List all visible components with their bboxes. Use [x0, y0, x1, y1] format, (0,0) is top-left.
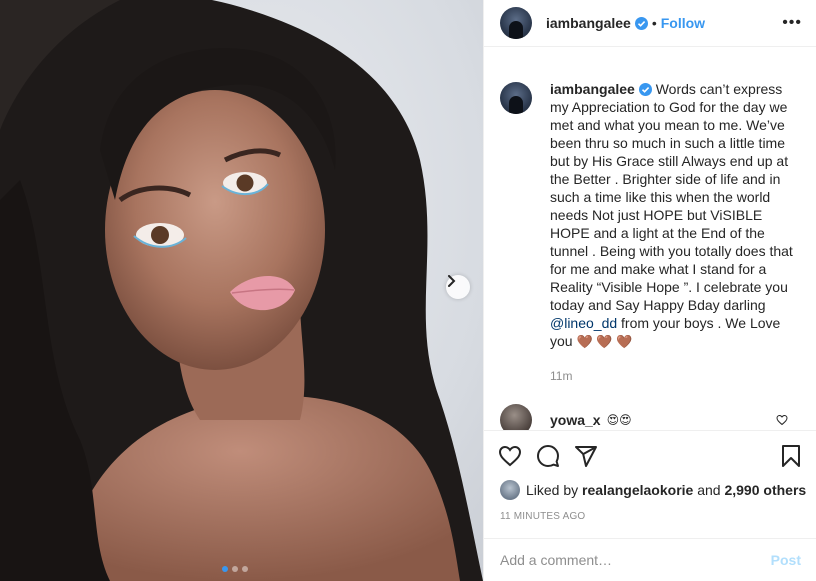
portrait-image	[0, 0, 483, 581]
verified-badge-icon	[634, 16, 648, 30]
caption-time[interactable]: 11m	[550, 367, 800, 385]
post-comment-button[interactable]: Post	[771, 552, 801, 568]
follow-button[interactable]: Follow	[661, 15, 705, 31]
post-photo[interactable]	[0, 0, 483, 581]
heart-icon	[498, 445, 522, 466]
comment-item: yowa_x 😍😍	[500, 404, 800, 430]
share-icon	[575, 445, 597, 467]
avatar[interactable]	[500, 480, 520, 500]
liker-username[interactable]: realangelaokorie	[582, 482, 693, 498]
avatar[interactable]	[500, 404, 532, 430]
comments-scroll-area[interactable]: iambangalee Words can’t express my Appre…	[484, 48, 816, 430]
carousel-dot	[242, 566, 248, 572]
heart-emoji: 🤎 🤎 🤎	[576, 334, 633, 349]
likes-middle: and	[697, 482, 721, 498]
action-bar	[484, 430, 816, 480]
mention-link[interactable]: @lineo_dd	[550, 315, 617, 331]
post-timestamp[interactable]: 11 MINUTES AGO	[500, 511, 585, 522]
carousel-dot	[222, 566, 228, 572]
like-button[interactable]	[498, 444, 522, 468]
heart-icon[interactable]	[776, 414, 788, 426]
author-username[interactable]: iambangalee	[546, 15, 631, 31]
post-header: iambangalee • Follow •••	[484, 0, 816, 47]
chevron-right-icon	[448, 275, 456, 287]
header-separator: •	[651, 15, 657, 31]
comment-button[interactable]	[536, 444, 560, 468]
comment-username[interactable]: yowa_x	[550, 412, 601, 428]
likes-prefix: Liked by	[526, 482, 579, 498]
avatar[interactable]	[500, 7, 532, 39]
add-comment-bar: Post	[484, 538, 816, 581]
save-button[interactable]	[779, 444, 803, 468]
more-options-icon[interactable]: •••	[782, 14, 802, 32]
verified-badge-icon	[638, 83, 652, 96]
comment-icon	[537, 444, 559, 467]
likes-count-link[interactable]: 2,990 others	[724, 482, 806, 498]
carousel-dot	[232, 566, 238, 572]
comment-text: 😍😍	[606, 413, 632, 427]
carousel-next-button[interactable]	[446, 275, 470, 299]
caption-body: Words can’t express my Appreciation to G…	[550, 81, 793, 313]
bookmark-icon	[782, 444, 800, 467]
post-side-panel: iambangalee • Follow ••• iambangalee Wor…	[483, 0, 816, 581]
comment-input[interactable]	[500, 552, 771, 568]
avatar[interactable]	[500, 82, 532, 114]
caption-text: iambangalee Words can’t express my Appre…	[550, 80, 800, 385]
likes-summary: Liked by realangelaokorie and 2,990 othe…	[500, 480, 806, 500]
caption-username[interactable]: iambangalee	[550, 81, 635, 97]
carousel-dots	[222, 566, 248, 572]
share-button[interactable]	[574, 444, 598, 468]
caption: iambangalee Words can’t express my Appre…	[500, 80, 800, 385]
